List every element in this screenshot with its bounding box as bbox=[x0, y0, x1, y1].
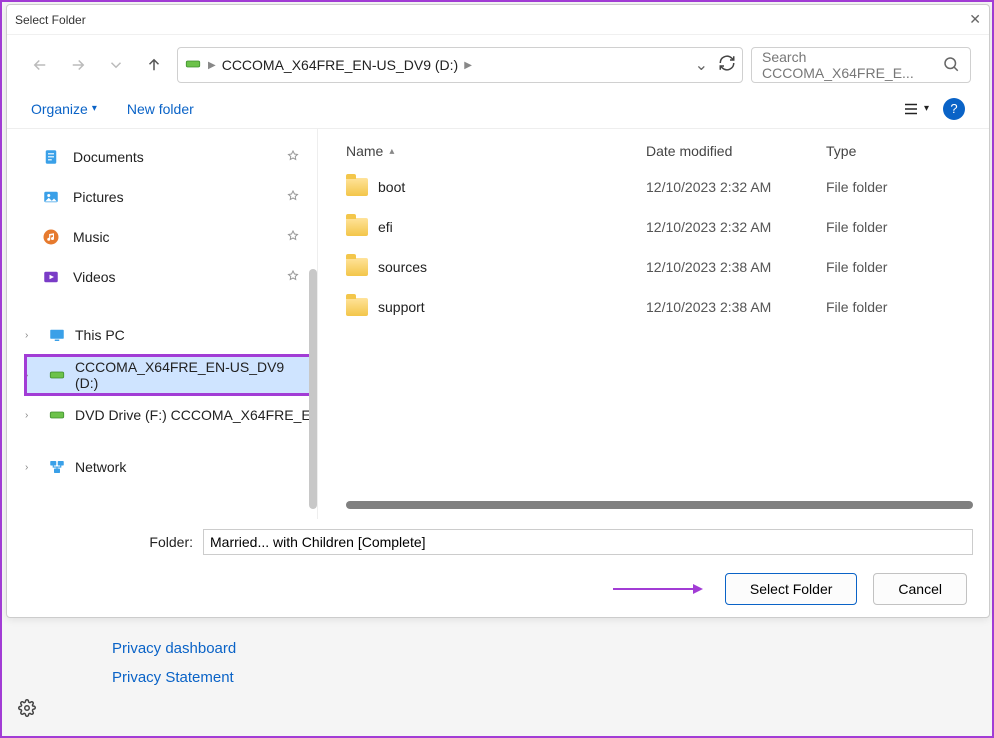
pictures-icon bbox=[41, 187, 61, 207]
drive-icon bbox=[184, 55, 202, 76]
tree-item[interactable]: › This PC bbox=[25, 315, 317, 355]
address-bar[interactable]: ▶ CCCOMA_X64FRE_EN-US_DV9 (D:) ▶ ⌄ bbox=[177, 47, 743, 83]
nav-recent-button[interactable] bbox=[101, 50, 131, 80]
music-icon bbox=[41, 227, 61, 247]
toolbar: Organize▾ New folder ▾ ? bbox=[7, 89, 989, 129]
folder-icon bbox=[346, 298, 368, 316]
highlight-arrow bbox=[29, 584, 709, 594]
file-name: support bbox=[378, 299, 425, 315]
select-folder-dialog: Select Folder ✕ ▶ CCCOMA_X64FRE_EN-US_DV… bbox=[6, 4, 990, 618]
column-headers: Name▴ Date modified Type bbox=[318, 135, 989, 167]
search-input[interactable]: Search CCCOMA_X64FRE_E... bbox=[751, 47, 971, 83]
chevron-right-icon[interactable]: › bbox=[25, 462, 39, 473]
file-row[interactable]: sources 12/10/2023 2:38 AM File folder bbox=[318, 247, 989, 287]
quick-access-item[interactable]: Pictures bbox=[41, 177, 317, 217]
tree-item[interactable]: › Network bbox=[25, 447, 317, 487]
new-folder-button[interactable]: New folder bbox=[127, 101, 194, 117]
chevron-down-icon: ▾ bbox=[924, 103, 929, 114]
file-row[interactable]: boot 12/10/2023 2:32 AM File folder bbox=[318, 167, 989, 207]
pin-icon bbox=[287, 230, 299, 245]
chevron-right-icon: ▶ bbox=[208, 60, 216, 71]
file-date: 12/10/2023 2:32 AM bbox=[646, 179, 826, 195]
documents-icon bbox=[41, 147, 61, 167]
privacy-statement-link[interactable]: Privacy Statement bbox=[112, 669, 236, 686]
pc-icon bbox=[47, 325, 67, 345]
col-name[interactable]: Name▴ bbox=[346, 143, 646, 159]
folder-icon bbox=[346, 178, 368, 196]
drive-icon bbox=[47, 365, 67, 385]
nav-up-button[interactable] bbox=[139, 50, 169, 80]
settings-gear-icon[interactable] bbox=[18, 699, 36, 722]
tree-item-label: This PC bbox=[75, 327, 125, 343]
titlebar: Select Folder ✕ bbox=[7, 5, 989, 35]
search-placeholder: Search CCCOMA_X64FRE_E... bbox=[762, 49, 942, 81]
pin-icon bbox=[287, 190, 299, 205]
dialog-title: Select Folder bbox=[15, 13, 86, 27]
col-date[interactable]: Date modified bbox=[646, 143, 826, 159]
network-icon bbox=[47, 457, 67, 477]
file-name: sources bbox=[378, 259, 427, 275]
quick-access-item[interactable]: Documents bbox=[41, 137, 317, 177]
file-type: File folder bbox=[826, 259, 946, 275]
folder-icon bbox=[346, 258, 368, 276]
pin-icon bbox=[287, 270, 299, 285]
nav-back-button[interactable] bbox=[25, 50, 55, 80]
cancel-button[interactable]: Cancel bbox=[873, 573, 967, 605]
folder-icon bbox=[346, 218, 368, 236]
tree-item-label: DVD Drive (F:) CCCOMA_X64FRE_E bbox=[75, 407, 311, 423]
chevron-right-icon: ▶ bbox=[464, 60, 472, 71]
close-icon[interactable]: ✕ bbox=[969, 11, 981, 28]
sidebar-scrollbar[interactable] bbox=[309, 269, 317, 509]
tree-item-label: Network bbox=[75, 459, 126, 475]
refresh-icon[interactable] bbox=[718, 54, 736, 77]
file-pane: Name▴ Date modified Type boot 12/10/2023… bbox=[317, 129, 989, 519]
breadcrumb-current[interactable]: CCCOMA_X64FRE_EN-US_DV9 (D:) bbox=[222, 57, 459, 73]
sort-asc-icon: ▴ bbox=[389, 146, 394, 157]
col-type[interactable]: Type bbox=[826, 143, 946, 159]
drive-icon bbox=[47, 405, 67, 425]
chevron-down-icon: ▾ bbox=[92, 103, 97, 114]
quick-access-label: Pictures bbox=[73, 189, 124, 205]
file-date: 12/10/2023 2:38 AM bbox=[646, 299, 826, 315]
file-name: boot bbox=[378, 179, 405, 195]
folder-name-input[interactable] bbox=[203, 529, 973, 555]
quick-access-label: Music bbox=[73, 229, 110, 245]
chevron-right-icon[interactable]: › bbox=[25, 410, 39, 421]
quick-access-item[interactable]: Videos bbox=[41, 257, 317, 297]
file-row[interactable]: efi 12/10/2023 2:32 AM File folder bbox=[318, 207, 989, 247]
search-icon bbox=[942, 55, 960, 76]
help-icon[interactable]: ? bbox=[943, 98, 965, 120]
horizontal-scrollbar[interactable] bbox=[346, 501, 973, 509]
file-type: File folder bbox=[826, 219, 946, 235]
nav-row: ▶ CCCOMA_X64FRE_EN-US_DV9 (D:) ▶ ⌄ Searc… bbox=[7, 35, 989, 89]
view-options-button[interactable]: ▾ bbox=[902, 100, 929, 118]
file-type: File folder bbox=[826, 299, 946, 315]
file-type: File folder bbox=[826, 179, 946, 195]
privacy-dashboard-link[interactable]: Privacy dashboard bbox=[112, 640, 236, 657]
tree-item[interactable]: › CCCOMA_X64FRE_EN-US_DV9 (D:) bbox=[25, 355, 317, 395]
nav-forward-button[interactable] bbox=[63, 50, 93, 80]
videos-icon bbox=[41, 267, 61, 287]
chevron-right-icon[interactable]: › bbox=[25, 330, 39, 341]
quick-access-label: Videos bbox=[73, 269, 116, 285]
quick-access-item[interactable]: Music bbox=[41, 217, 317, 257]
file-date: 12/10/2023 2:32 AM bbox=[646, 219, 826, 235]
folder-label: Folder: bbox=[23, 534, 193, 550]
file-date: 12/10/2023 2:38 AM bbox=[646, 259, 826, 275]
tree-item[interactable]: › DVD Drive (F:) CCCOMA_X64FRE_E bbox=[25, 395, 317, 435]
file-row[interactable]: support 12/10/2023 2:38 AM File folder bbox=[318, 287, 989, 327]
organize-button[interactable]: Organize▾ bbox=[31, 101, 97, 117]
select-folder-button[interactable]: Select Folder bbox=[725, 573, 857, 605]
file-name: efi bbox=[378, 219, 393, 235]
sidebar: Documents Pictures Music Videos › This P… bbox=[7, 129, 317, 519]
chevron-right-icon[interactable]: › bbox=[25, 370, 39, 381]
tree-item-label: CCCOMA_X64FRE_EN-US_DV9 (D:) bbox=[75, 359, 311, 391]
quick-access-label: Documents bbox=[73, 149, 144, 165]
address-dropdown-icon[interactable]: ⌄ bbox=[695, 55, 708, 75]
pin-icon bbox=[287, 150, 299, 165]
